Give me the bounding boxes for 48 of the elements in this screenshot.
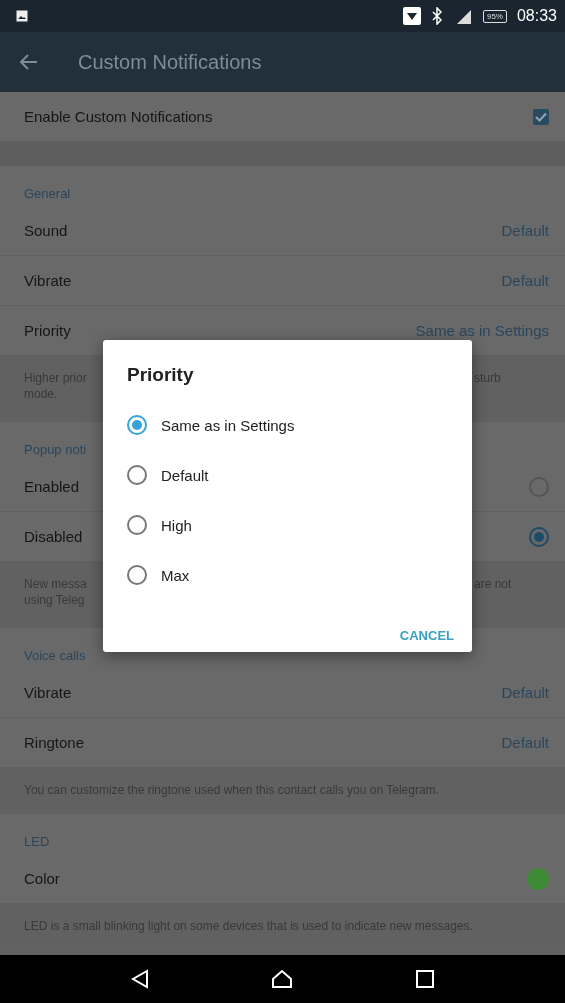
row-label: Color (24, 870, 60, 887)
radio-option[interactable]: Max (127, 550, 190, 600)
option-label: High (161, 516, 192, 534)
screen-title: Custom Notifications (78, 50, 262, 74)
row-value: Default (501, 222, 549, 239)
download-icon (402, 7, 421, 25)
row-label: Disabled (24, 528, 83, 545)
radio-option[interactable]: High (127, 500, 192, 550)
checkbox[interactable] (533, 108, 549, 125)
row-label: Vibrate (24, 684, 72, 701)
row-label: Sound (24, 222, 68, 239)
option-label: Max (161, 566, 190, 584)
radio-option[interactable]: Same as in Settings (127, 400, 295, 450)
battery-indicator: 95% (482, 9, 507, 23)
option-label: Default (161, 466, 209, 484)
settings-row[interactable]: Enable Custom Notifications (0, 92, 565, 142)
row-label: Enabled (24, 478, 80, 495)
settings-row[interactable]: Vibrate Default (0, 668, 565, 718)
radio-button[interactable] (127, 415, 147, 435)
row-value: Default (501, 684, 549, 701)
bluetooth-icon (430, 7, 443, 25)
option-label: Same as in Settings (161, 416, 295, 434)
settings-row[interactable]: Vibrate Default (0, 256, 565, 306)
radio-button[interactable] (529, 526, 549, 547)
dialog-title: Priority (127, 364, 195, 386)
row-label: Enable Custom Notifications (24, 108, 213, 125)
row-label: Ringtone (24, 734, 85, 751)
section-header: Popup noti (24, 442, 87, 457)
row-value: Default (501, 272, 549, 289)
home-icon[interactable] (271, 969, 294, 989)
radio-button[interactable] (127, 565, 147, 585)
recents-icon[interactable] (415, 970, 434, 988)
radio-option[interactable]: Default (127, 450, 209, 500)
settings-row[interactable]: Ringtone Default (0, 718, 565, 768)
cancel-button[interactable]: CANCEL (399, 622, 454, 649)
section-header: General (24, 186, 71, 201)
row-label: Vibrate (24, 272, 72, 289)
section-header: LED (24, 834, 50, 849)
clock: 08:33 (516, 7, 557, 25)
settings-row[interactable]: Color (0, 854, 565, 904)
row-value: Default (501, 734, 549, 751)
row-label: Priority (24, 322, 71, 339)
row-value: Same as in Settings (415, 322, 549, 339)
image-icon (16, 10, 28, 22)
settings-row[interactable]: Sound Default (0, 206, 565, 256)
radio-button[interactable] (127, 515, 147, 535)
section-header: Voice calls (24, 648, 86, 663)
radio-button[interactable] (127, 465, 147, 485)
